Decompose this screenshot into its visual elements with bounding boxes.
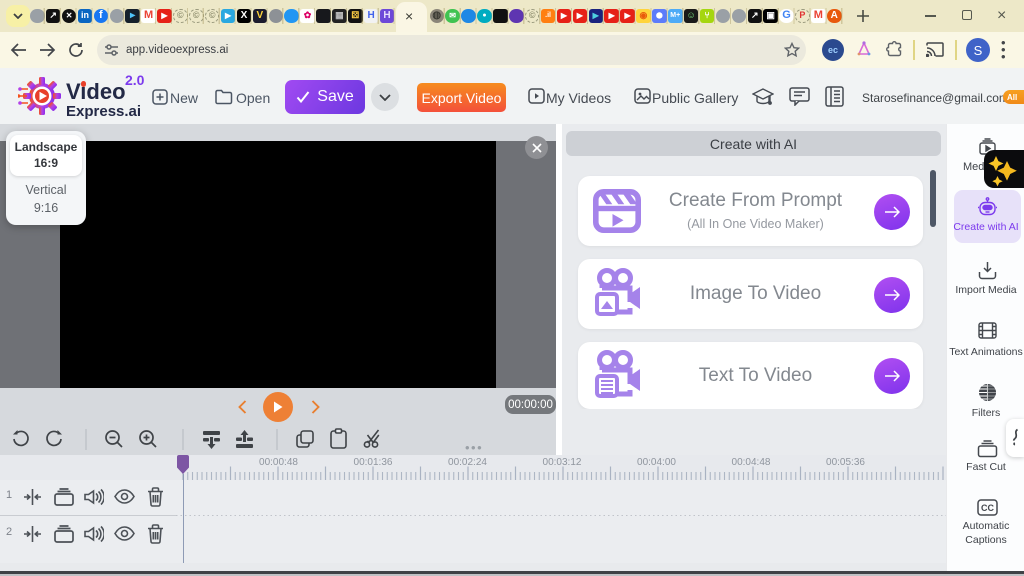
svg-text:CC: CC [981, 503, 994, 513]
